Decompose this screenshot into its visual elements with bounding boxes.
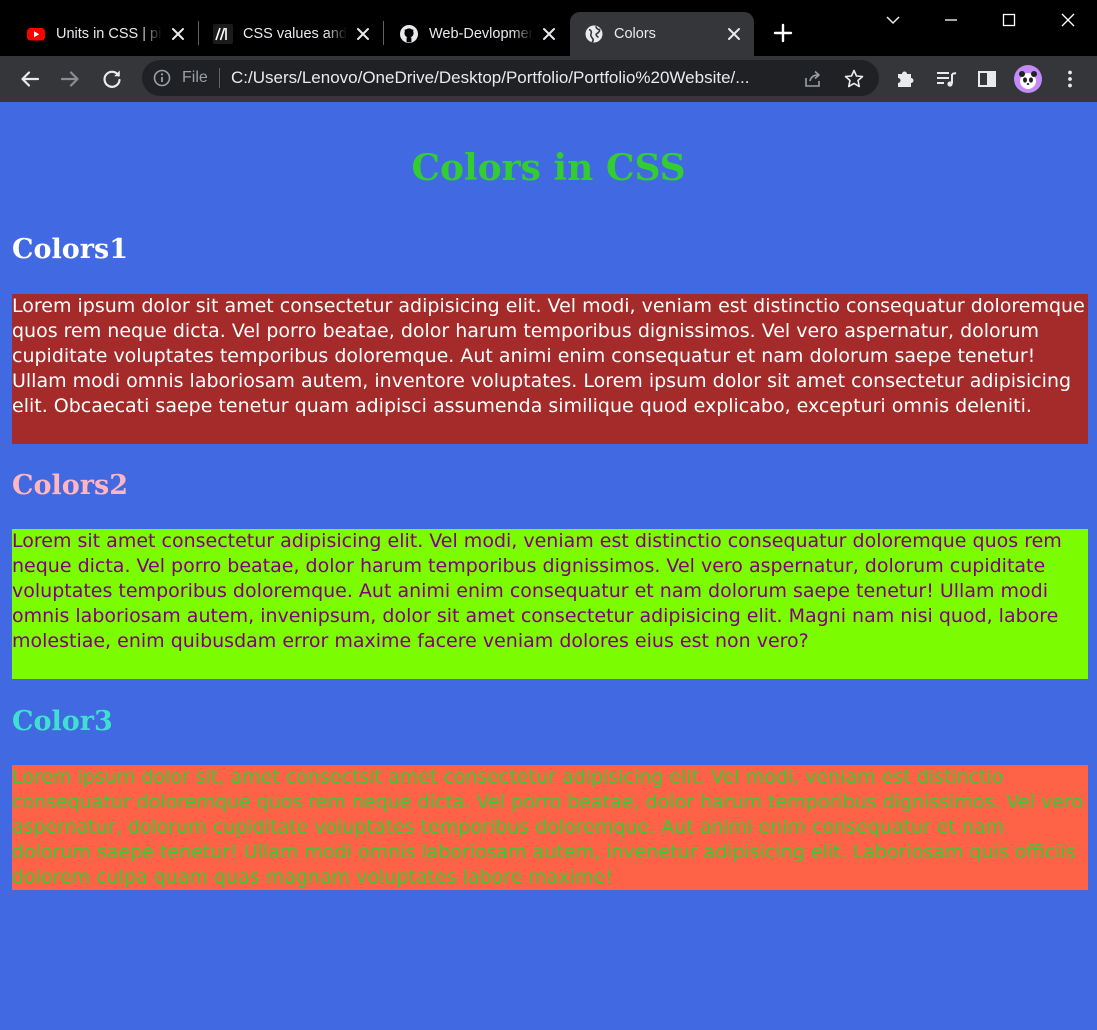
back-arrow-icon[interactable] [16, 65, 44, 93]
reload-icon[interactable] [98, 65, 126, 93]
tab-label: Web-Devlopment [429, 26, 533, 42]
share-icon[interactable] [801, 67, 825, 91]
minimize-icon[interactable] [937, 6, 965, 34]
close-tab-icon[interactable] [539, 24, 559, 44]
youtube-icon [27, 28, 45, 41]
section-heading-colors2: Colors2 [12, 470, 128, 501]
info-icon[interactable] [152, 68, 172, 88]
globe-icon [585, 25, 603, 43]
url-text[interactable]: C:/Users/Lenovo/OneDrive/Desktop/Portfol… [231, 68, 796, 88]
tab-css-values[interactable]: CSS values and [199, 12, 383, 56]
side-panel-icon[interactable] [973, 65, 1001, 93]
tab-label: Colors [614, 26, 656, 42]
tab-label: CSS values and [243, 26, 347, 42]
browser-toolbar: File C:/Users/Lenovo/OneDrive/Desktop/Po… [0, 56, 1097, 102]
close-tab-icon[interactable] [168, 24, 188, 44]
close-window-icon[interactable] [1054, 6, 1082, 34]
address-bar[interactable]: File C:/Users/Lenovo/OneDrive/Desktop/Po… [142, 60, 879, 96]
close-tab-icon[interactable] [724, 24, 744, 44]
mdn-icon [213, 24, 233, 44]
media-queue-icon[interactable] [932, 65, 960, 93]
page-viewport: Colors in CSS Colors1 Lorem ipsum dolor … [0, 102, 1097, 1030]
profile-avatar[interactable] [1014, 65, 1042, 93]
section-paragraph-color3: Lorem ipsum dolor sit, amet consectsit a… [12, 765, 1088, 890]
url-scheme-label: File [182, 69, 208, 86]
tab-label: Units in CSS | pi [56, 26, 162, 42]
forward-arrow-icon[interactable] [56, 65, 84, 93]
tab-search-chevron-down-icon[interactable] [879, 6, 907, 34]
panda-avatar-icon [1019, 71, 1037, 89]
bookmark-star-icon[interactable] [842, 67, 866, 91]
maximize-icon[interactable] [995, 6, 1023, 34]
page-title: Colors in CSS [411, 147, 686, 189]
tab-web-devlopment[interactable]: Web-Devlopment [385, 12, 569, 56]
extensions-puzzle-icon[interactable] [892, 65, 920, 93]
tab-colors[interactable]: Colors [570, 12, 754, 56]
new-tab-icon[interactable] [770, 20, 796, 46]
section-heading-colors1: Colors1 [12, 234, 128, 265]
omnibox-divider [219, 68, 220, 88]
tab-separator [383, 21, 384, 45]
tab-strip: Units in CSS | pi CSS values and Web-Dev… [0, 0, 1097, 56]
more-menu-icon[interactable] [1056, 65, 1084, 93]
section-heading-color3: Color3 [12, 706, 113, 737]
github-icon [400, 25, 418, 43]
section-paragraph-colors2: Lorem sit amet consectetur adipisicing e… [12, 529, 1088, 679]
section-paragraph-colors1: Lorem ipsum dolor sit amet consectetur a… [12, 294, 1088, 444]
close-tab-icon[interactable] [353, 24, 373, 44]
tab-units-in-css[interactable]: Units in CSS | pi [12, 12, 198, 56]
